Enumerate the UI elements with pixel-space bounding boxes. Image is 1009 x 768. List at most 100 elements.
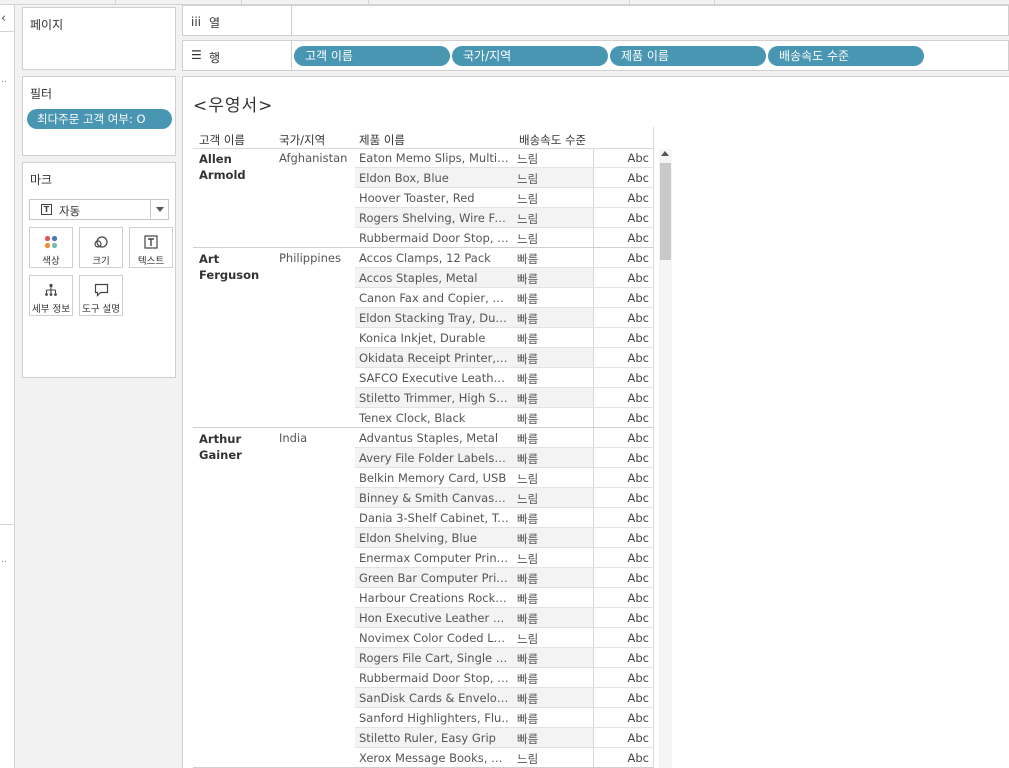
table-row[interactable]: Binney & Smith Canvas, Bl.. 느림 Abc xyxy=(355,488,653,508)
product-name-cell: Accos Clamps, 12 Pack xyxy=(359,251,491,265)
shipping-speed-cell: 빠름 xyxy=(517,252,539,266)
table-row[interactable]: Accos Clamps, 12 Pack 빠름 Abc xyxy=(355,248,653,268)
mark-type-dropdown[interactable] xyxy=(150,200,168,219)
abc-value-cell: Abc xyxy=(627,691,650,705)
shipping-speed-cell: 빠름 xyxy=(517,572,539,586)
pages-card[interactable]: 페이지 xyxy=(22,7,176,70)
table-row[interactable]: Belkin Memory Card, USB 느림 Abc xyxy=(355,468,653,488)
header-customer-name[interactable]: 고객 이름 xyxy=(199,132,245,148)
table-row[interactable]: Rogers Shelving, Wire Fra.. 느림 Abc xyxy=(355,208,653,228)
table-row[interactable]: Rubbermaid Door Stop, D.. 빠름 Abc xyxy=(355,668,653,688)
table-row[interactable]: SAFCO Executive Leather .. 빠름 Abc xyxy=(355,368,653,388)
table-row[interactable]: Canon Fax and Copier, Dig.. 빠름 Abc xyxy=(355,288,653,308)
abc-value-cell: Abc xyxy=(627,171,650,185)
scroll-up-icon[interactable] xyxy=(661,151,669,156)
table-row[interactable]: SanDisk Cards & Envelope.. 빠름 Abc xyxy=(355,688,653,708)
size-label: 크기 xyxy=(92,256,110,267)
table-row[interactable]: Novimex Color Coded Lab.. 느림 Abc xyxy=(355,628,653,648)
header-country[interactable]: 국가/지역 xyxy=(279,132,325,148)
row-pill-country[interactable]: 국가/지역 xyxy=(452,46,608,66)
table-row[interactable]: Dania 3-Shelf Cabinet, Tra.. 빠름 Abc xyxy=(355,508,653,528)
table-row[interactable]: Eldon Stacking Tray, Dura.. 빠름 Abc xyxy=(355,308,653,328)
table-row[interactable]: Tenex Clock, Black 빠름 Abc xyxy=(355,408,653,428)
vertical-scrollbar[interactable] xyxy=(659,149,672,768)
color-button[interactable]: 색상 xyxy=(29,227,73,268)
abc-value-cell: Abc xyxy=(627,531,650,545)
table-row[interactable]: Green Bar Computer Print.. 빠름 Abc xyxy=(355,568,653,588)
shipping-speed-cell: 빠름 xyxy=(517,292,539,306)
table-row[interactable]: Accos Staples, Metal 빠름 Abc xyxy=(355,268,653,288)
table-row[interactable]: Avery File Folder Labels, A.. 빠름 Abc xyxy=(355,448,653,468)
table-row[interactable]: Eaton Memo Slips, Multic.. 느림 Abc xyxy=(355,148,653,168)
pages-title: 페이지 xyxy=(30,18,64,32)
abc-value-cell: Abc xyxy=(627,711,650,725)
text-mark-icon: T xyxy=(41,204,52,215)
table-row[interactable]: Konica Inkjet, Durable 빠름 Abc xyxy=(355,328,653,348)
header-product-name[interactable]: 제품 이름 xyxy=(359,132,405,148)
row-pill-shipping-speed[interactable]: 배송속도 수준 xyxy=(768,46,924,66)
shipping-speed-cell: 빠름 xyxy=(517,652,539,666)
header-shipping-speed[interactable]: 배송속도 수준 xyxy=(519,132,586,148)
abc-value-cell: Abc xyxy=(627,471,650,485)
detail-label: 세부 정보 xyxy=(32,304,70,315)
sheet-title: <우영서> xyxy=(193,96,274,116)
row-pill-product-name[interactable]: 제품 이름 xyxy=(610,46,766,66)
abc-value-cell: Abc xyxy=(627,431,650,445)
table-row[interactable]: Rogers File Cart, Single W.. 빠름 Abc xyxy=(355,648,653,668)
shipping-speed-cell: 빠름 xyxy=(517,272,539,286)
product-name-cell: Rogers File Cart, Single W.. xyxy=(359,651,509,665)
table-row[interactable]: Eldon Box, Blue 느림 Abc xyxy=(355,168,653,188)
table-row[interactable]: Enermax Computer Printo.. 느림 Abc xyxy=(355,548,653,568)
table-row[interactable]: Rubbermaid Door Stop, Er.. 느림 Abc xyxy=(355,228,653,248)
table-row[interactable]: Sanford Highlighters, Flu.. 빠름 Abc xyxy=(355,708,653,728)
columns-label: 열 xyxy=(209,16,221,30)
table-row[interactable]: Xerox Message Books, Mu.. 느림 Abc xyxy=(355,748,653,768)
country-cell[interactable]: Philippines xyxy=(279,251,341,265)
product-name-cell: Dania 3-Shelf Cabinet, Tra.. xyxy=(359,511,509,525)
abc-value-cell: Abc xyxy=(627,631,650,645)
product-name-cell: Sanford Highlighters, Flu.. xyxy=(359,711,509,725)
filters-card: 필터 최다주문 고객 여부: O xyxy=(22,76,176,156)
shipping-speed-cell: 느림 xyxy=(517,752,539,766)
country-cell[interactable]: India xyxy=(279,431,307,445)
product-name-cell: Green Bar Computer Print.. xyxy=(359,571,509,585)
table-row[interactable]: Stiletto Ruler, Easy Grip 빠름 Abc xyxy=(355,728,653,748)
abc-value-cell: Abc xyxy=(627,751,650,765)
product-name-cell: Rogers Shelving, Wire Fra.. xyxy=(359,211,509,225)
abc-value-cell: Abc xyxy=(627,231,650,245)
table-row[interactable]: Stiletto Trimmer, High Sp.. 빠름 Abc xyxy=(355,388,653,408)
customer-name-cell[interactable]: Arthur Gainer xyxy=(199,431,279,463)
customer-name-cell[interactable]: Allen Armold xyxy=(199,151,279,183)
row-pill-customer-name[interactable]: 고객 이름 xyxy=(294,46,450,66)
table-row[interactable]: Okidata Receipt Printer, D.. 빠름 Abc xyxy=(355,348,653,368)
detail-button[interactable]: 세부 정보 xyxy=(29,275,73,316)
abc-value-cell: Abc xyxy=(627,671,650,685)
customer-name-cell[interactable]: Art Ferguson xyxy=(199,251,279,283)
rows-shelf[interactable]: ☰ 행 고객 이름 국가/지역 제품 이름 배송속도 수준 xyxy=(182,40,1009,71)
abc-value-cell: Abc xyxy=(627,391,650,405)
shipping-speed-cell: 느림 xyxy=(517,172,539,186)
filter-pill[interactable]: 최다주문 고객 여부: O xyxy=(27,109,172,129)
columns-shelf[interactable]: iii 열 xyxy=(182,5,1009,36)
table-row[interactable]: Harbour Creations Rockin.. 빠름 Abc xyxy=(355,588,653,608)
table-row[interactable]: Advantus Staples, Metal 빠름 Abc xyxy=(355,428,653,448)
abc-value-cell: Abc xyxy=(627,351,650,365)
table-row[interactable]: Hoover Toaster, Red 느림 Abc xyxy=(355,188,653,208)
size-button[interactable]: 크기 xyxy=(79,227,123,268)
marks-title: 마크 xyxy=(30,173,53,187)
tooltip-button[interactable]: 도구 설명 xyxy=(79,275,123,316)
country-cell[interactable]: Afghanistan xyxy=(279,151,347,165)
scrollbar-thumb[interactable] xyxy=(660,163,671,260)
product-name-cell: SAFCO Executive Leather .. xyxy=(359,371,509,385)
mark-type-select[interactable]: T 자동 xyxy=(29,199,169,220)
table-row[interactable]: Hon Executive Leather Ar.. 빠름 Abc xyxy=(355,608,653,628)
text-button[interactable]: 텍스트 xyxy=(129,227,173,268)
collapse-chevron-icon[interactable]: ‹ xyxy=(1,11,6,26)
table-row[interactable]: Eldon Shelving, Blue 빠름 Abc xyxy=(355,528,653,548)
product-name-cell: Eldon Shelving, Blue xyxy=(359,531,477,545)
shipping-speed-cell: 빠름 xyxy=(517,732,539,746)
product-name-cell: Enermax Computer Printo.. xyxy=(359,551,509,565)
abc-value-cell: Abc xyxy=(627,551,650,565)
product-name-cell: Rubbermaid Door Stop, Er.. xyxy=(359,231,509,245)
product-name-cell: Okidata Receipt Printer, D.. xyxy=(359,351,509,365)
